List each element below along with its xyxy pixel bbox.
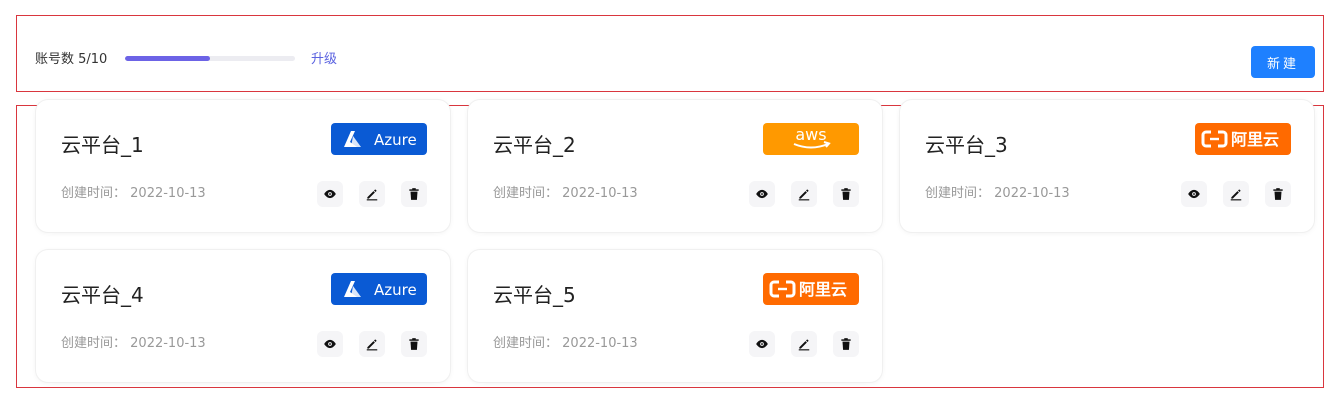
card-created-time: 创建时间： 2022-10-13	[61, 182, 206, 201]
eye-icon	[323, 187, 337, 201]
provider-logo: 阿里云	[1195, 123, 1291, 155]
created-time-value: 2022-10-13	[562, 186, 638, 201]
pencil-icon	[797, 337, 811, 351]
edit-button[interactable]	[359, 181, 385, 207]
aws-logo: aws	[763, 123, 859, 155]
card-created-time: 创建时间： 2022-10-13	[493, 332, 638, 351]
azure-logo: Azure	[331, 273, 427, 305]
created-time-label: 创建时间：	[61, 186, 127, 201]
edit-button[interactable]	[791, 181, 817, 207]
new-button[interactable]: 新建	[1251, 46, 1315, 78]
provider-logo: Azure	[331, 273, 427, 305]
created-time-value: 2022-10-13	[130, 186, 206, 201]
created-time-value: 2022-10-13	[130, 336, 206, 351]
header-bar	[16, 15, 1324, 92]
card-created-time: 创建时间： 2022-10-13	[61, 332, 206, 351]
azure-logo: Azure	[331, 123, 427, 155]
aliyun-logo: 阿里云	[1195, 123, 1291, 155]
edit-button[interactable]	[359, 331, 385, 357]
created-time-label: 创建时间：	[493, 336, 559, 351]
provider-logo: Azure	[331, 123, 427, 155]
view-button[interactable]	[317, 331, 343, 357]
pencil-icon	[1229, 187, 1243, 201]
delete-button[interactable]	[401, 331, 427, 357]
card-created-time: 创建时间： 2022-10-13	[493, 182, 638, 201]
trash-icon	[839, 187, 853, 201]
pencil-icon	[365, 187, 379, 201]
view-button[interactable]	[749, 331, 775, 357]
delete-button[interactable]	[1265, 181, 1291, 207]
provider-logo: 阿里云	[763, 273, 859, 305]
cloud-platform-card[interactable]: 云平台_5 阿里云创建时间： 2022-10-13	[468, 250, 882, 382]
logo-text: 阿里云	[799, 280, 847, 299]
card-actions	[1181, 181, 1291, 207]
upgrade-link[interactable]: 升级	[311, 48, 337, 67]
card-title: 云平台_1	[61, 133, 144, 157]
card-actions	[317, 181, 427, 207]
cloud-platform-card[interactable]: 云平台_1 Azure 创建时间： 2022-10-13	[36, 100, 450, 232]
card-title: 云平台_4	[61, 283, 144, 307]
eye-icon	[323, 337, 337, 351]
trash-icon	[407, 337, 421, 351]
created-time-label: 创建时间：	[61, 336, 127, 351]
view-button[interactable]	[749, 181, 775, 207]
created-time-value: 2022-10-13	[994, 186, 1070, 201]
pencil-icon	[797, 187, 811, 201]
provider-logo: aws	[763, 123, 859, 155]
card-title: 云平台_5	[493, 283, 576, 307]
delete-button[interactable]	[833, 331, 859, 357]
trash-icon	[1271, 187, 1285, 201]
eye-icon	[755, 337, 769, 351]
aliyun-logo: 阿里云	[763, 273, 859, 305]
card-title: 云平台_3	[925, 133, 1008, 157]
delete-button[interactable]	[401, 181, 427, 207]
trash-icon	[407, 187, 421, 201]
logo-text: Azure	[374, 131, 417, 149]
edit-button[interactable]	[791, 331, 817, 357]
created-time-value: 2022-10-13	[562, 336, 638, 351]
card-actions	[317, 331, 427, 357]
logo-text: 阿里云	[1231, 130, 1279, 149]
eye-icon	[755, 187, 769, 201]
eye-icon	[1187, 187, 1201, 201]
created-time-label: 创建时间：	[493, 186, 559, 201]
card-actions	[749, 331, 859, 357]
created-time-label: 创建时间：	[925, 186, 991, 201]
cloud-platform-card[interactable]: 云平台_3 阿里云创建时间： 2022-10-13	[900, 100, 1314, 232]
delete-button[interactable]	[833, 181, 859, 207]
quota-progress-bar	[125, 56, 295, 61]
card-title: 云平台_2	[493, 133, 576, 157]
cloud-platform-card[interactable]: 云平台_4 Azure 创建时间： 2022-10-13	[36, 250, 450, 382]
cloud-platform-card[interactable]: 云平台_2 aws 创建时间： 2022-10-13	[468, 100, 882, 232]
logo-text: Azure	[374, 281, 417, 299]
edit-button[interactable]	[1223, 181, 1249, 207]
pencil-icon	[365, 337, 379, 351]
logo-text: aws	[795, 125, 826, 144]
account-quota: 账号数 5/10	[35, 49, 108, 67]
view-button[interactable]	[1181, 181, 1207, 207]
card-actions	[749, 181, 859, 207]
quota-progress-fill	[125, 56, 210, 61]
trash-icon	[839, 337, 853, 351]
account-quota-label: 账号数 5/10	[35, 51, 108, 67]
card-created-time: 创建时间： 2022-10-13	[925, 182, 1070, 201]
view-button[interactable]	[317, 181, 343, 207]
